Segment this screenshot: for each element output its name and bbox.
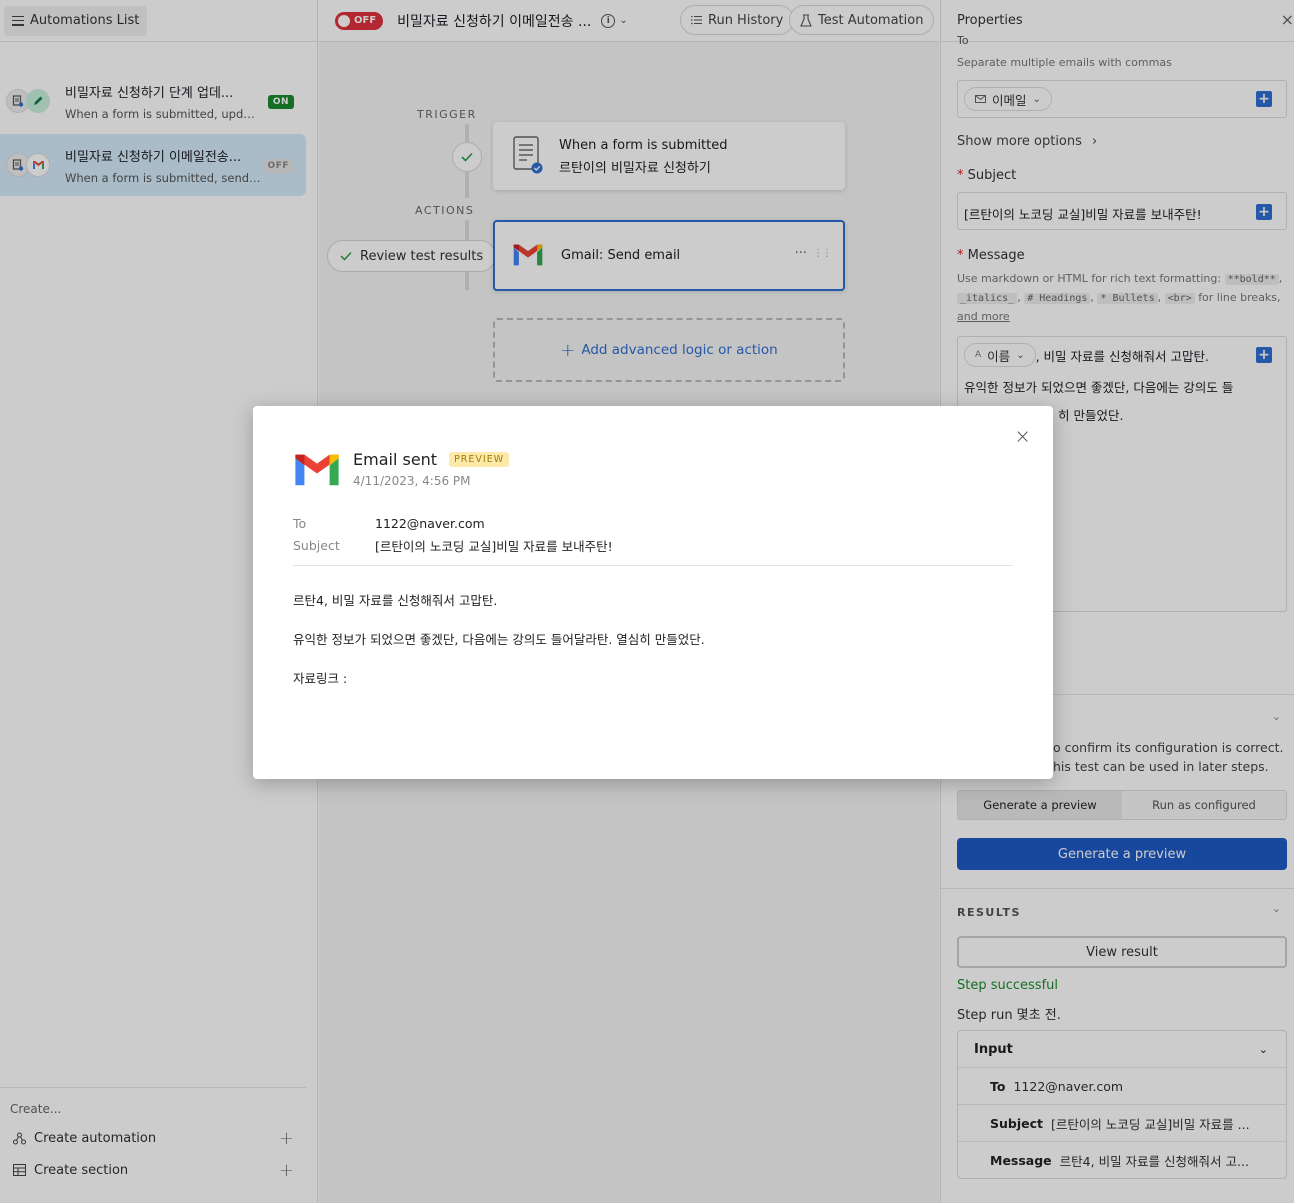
- modal-title-row: Email sent PREVIEW: [353, 450, 510, 469]
- to-value: 1122@naver.com: [375, 515, 485, 531]
- email-body: 르탄4, 비밀 자료를 신청해줘서 고맙탄. 유익한 정보가 되었으면 좋겠단,…: [293, 590, 705, 707]
- email-body-line-3: 자료링크 :: [293, 671, 348, 686]
- email-body-line-1: 르탄4, 비밀 자료를 신청해줘서 고맙탄.: [293, 593, 498, 608]
- subject-value: [르탄이의 노코딩 교실]비밀 자료를 보내주탄!: [375, 538, 613, 554]
- gmail-icon: [293, 451, 341, 491]
- email-body-line-2: 유익한 정보가 되었으면 좋겠단, 다음에는 강의도 들어달라탄. 열심히 만들…: [293, 632, 705, 647]
- to-key: To: [293, 515, 307, 531]
- close-icon[interactable]: ×: [1014, 424, 1031, 448]
- email-to-row: To 1122@naver.com: [293, 512, 613, 534]
- email-subject-row: Subject [르탄이의 노코딩 교실]비밀 자료를 보내주탄!: [293, 534, 613, 556]
- email-meta: To 1122@naver.com Subject [르탄이의 노코딩 교실]비…: [293, 512, 613, 556]
- divider: [293, 565, 1013, 566]
- email-preview-modal: × Email sent PREVIEW 4/11/2023, 4:56 PM …: [253, 406, 1053, 779]
- preview-badge: PREVIEW: [449, 452, 510, 467]
- modal-title: Email sent: [353, 450, 438, 469]
- subject-key: Subject: [293, 537, 340, 553]
- sent-date: 4/11/2023, 4:56 PM: [353, 474, 471, 488]
